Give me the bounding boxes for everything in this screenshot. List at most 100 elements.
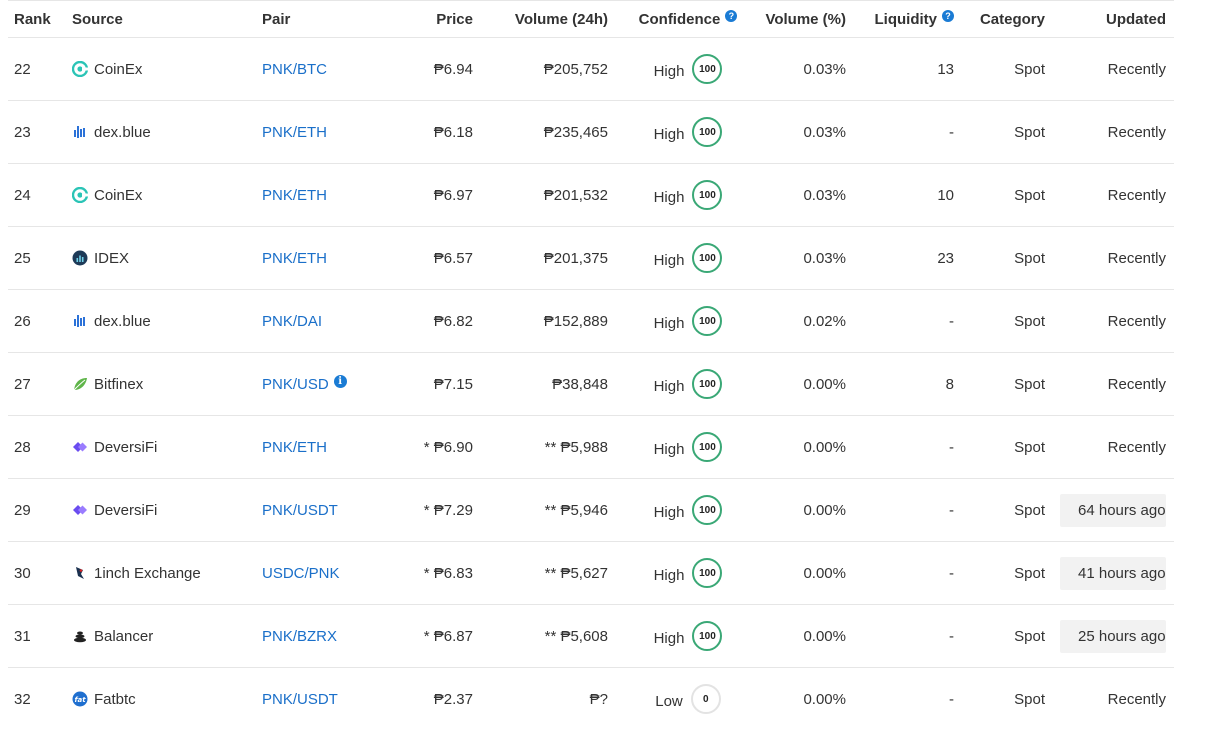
header-volume-pct[interactable]: Volume (%)	[748, 1, 846, 37]
pair-link[interactable]: PNK/ETH	[262, 187, 327, 204]
confidence-cell: Low 0	[628, 668, 748, 730]
source-name[interactable]: Bitfinex	[94, 376, 143, 393]
pair-link[interactable]: PNK/BTC	[262, 61, 327, 78]
source-name[interactable]: dex.blue	[94, 124, 151, 141]
confidence-score-badge[interactable]: 100	[692, 621, 723, 651]
confidence-score-badge[interactable]: 100	[692, 558, 723, 588]
liquidity-cell: -	[949, 501, 954, 519]
header-confidence[interactable]: Confidence ?	[628, 1, 748, 37]
pair-link[interactable]: PNK/USD	[262, 376, 329, 393]
pair-link[interactable]: PNK/ETH	[262, 250, 327, 267]
confidence-label: High	[653, 503, 685, 521]
confidence-score-badge[interactable]: 100	[692, 495, 723, 525]
source-name[interactable]: DeversiFi	[94, 502, 157, 519]
pair-link[interactable]: USDC/PNK	[262, 565, 340, 582]
updated-value: Recently	[1107, 690, 1166, 708]
updated-value: Recently	[1107, 312, 1166, 330]
header-volume[interactable]: Volume (24h)	[478, 1, 608, 37]
source-cell[interactable]: 1inch Exchange	[72, 542, 252, 604]
source-cell[interactable]: DeversiFi	[72, 479, 252, 541]
header-rank[interactable]: Rank	[14, 1, 54, 37]
liquidity-cell: 10	[937, 186, 954, 204]
source-cell[interactable]: dex.blue	[72, 290, 252, 352]
source-cell[interactable]: dex.blue	[72, 101, 252, 163]
confidence-score-badge[interactable]: 100	[692, 54, 723, 84]
table-row[interactable]: 28 DeversiFi PNK/ETH * ₱6.90 ** ₱5,988 High 10…	[8, 416, 1174, 479]
confidence-score-badge[interactable]: 100	[692, 117, 723, 147]
source-cell[interactable]: CoinEx	[72, 164, 252, 226]
confidence-score-badge[interactable]: 100	[692, 432, 723, 462]
volume-pct-cell: 0.03%	[803, 123, 846, 141]
rank-cell: 25	[14, 249, 31, 267]
confidence-label: High	[653, 188, 685, 206]
source-name[interactable]: IDEX	[94, 250, 129, 267]
header-updated[interactable]: Updated	[1048, 1, 1166, 37]
table-row[interactable]: 24 CoinEx PNK/ETH ₱6.97 ₱201,532 High 100 0.03%…	[8, 164, 1174, 227]
source-name[interactable]: Fatbtc	[94, 691, 136, 708]
volume-cell: ** ₱5,988	[544, 438, 608, 456]
source-cell[interactable]: CoinEx	[72, 38, 252, 100]
source-cell[interactable]: Balancer	[72, 605, 252, 667]
table-row[interactable]: 25 IDEX PNK/ETH ₱6.57 ₱201,375 High 100 0.03% 23…	[8, 227, 1174, 290]
volume-pct-cell: 0.00%	[803, 627, 846, 645]
rank-cell: 23	[14, 123, 31, 141]
deversifi-icon	[72, 502, 88, 518]
source-cell[interactable]: IDEX	[72, 227, 252, 289]
pair-link[interactable]: PNK/ETH	[262, 124, 327, 141]
price-cell: ₱6.97	[433, 186, 473, 204]
liquidity-cell: -	[949, 690, 954, 708]
updated-cell: Recently	[1048, 101, 1166, 163]
source-name[interactable]: 1inch Exchange	[94, 565, 201, 582]
info-icon[interactable]: i	[333, 374, 347, 388]
source-cell[interactable]: DeversiFi	[72, 416, 252, 478]
table-row[interactable]: 22 CoinEx PNK/BTC ₱6.94 ₱205,752 High 100 0.03%…	[8, 38, 1174, 101]
volume-cell: ** ₱5,627	[544, 564, 608, 582]
confidence-cell: High 100	[628, 605, 748, 667]
volume-cell: ₱201,375	[543, 249, 608, 267]
table-row[interactable]: 27 Bitfinex PNK/USD i ₱7.15 ₱38,848 High 100 0.0…	[8, 353, 1174, 416]
volume-pct-cell: 0.00%	[803, 501, 846, 519]
header-category[interactable]: Category	[958, 1, 1045, 37]
source-cell[interactable]: fat Fatbtc	[72, 668, 252, 730]
pair-link[interactable]: PNK/BZRX	[262, 628, 337, 645]
price-cell: ₱6.94	[433, 60, 473, 78]
source-name[interactable]: Balancer	[94, 628, 153, 645]
confidence-score-badge[interactable]: 0	[690, 684, 721, 714]
confidence-cell: High 100	[628, 479, 748, 541]
header-source[interactable]: Source	[72, 1, 252, 37]
confidence-label: Low	[655, 692, 683, 710]
confidence-score-badge[interactable]: 100	[692, 243, 723, 273]
table-row[interactable]: 31 Balancer PNK/BZRX * ₱6.87 ** ₱5,608 High 10…	[8, 605, 1174, 668]
pair-link[interactable]: PNK/USDT	[262, 502, 338, 519]
category-cell: Spot	[1014, 627, 1045, 645]
confidence-score-badge[interactable]: 100	[692, 369, 723, 399]
category-cell: Spot	[1014, 249, 1045, 267]
updated-value: Recently	[1107, 249, 1166, 267]
source-name[interactable]: DeversiFi	[94, 439, 157, 456]
source-cell[interactable]: Bitfinex	[72, 353, 252, 415]
pair-link[interactable]: PNK/DAI	[262, 313, 322, 330]
pair-link[interactable]: PNK/ETH	[262, 439, 327, 456]
volume-pct-cell: 0.03%	[803, 60, 846, 78]
help-icon[interactable]: ?	[725, 10, 738, 22]
category-cell: Spot	[1014, 564, 1045, 582]
table-row[interactable]: 26 dex.blue PNK/DAI ₱6.82 ₱152,889 High 100 0.0…	[8, 290, 1174, 353]
header-liquidity[interactable]: Liquidity ?	[858, 1, 954, 37]
confidence-cell: High 100	[628, 353, 748, 415]
confidence-score-badge[interactable]: 100	[692, 180, 723, 210]
help-icon[interactable]: ?	[942, 10, 954, 22]
confidence-score-badge[interactable]: 100	[692, 306, 723, 336]
source-name[interactable]: CoinEx	[94, 61, 142, 78]
updated-cell: 25 hours ago	[1048, 605, 1166, 667]
table-row[interactable]: 30 1inch Exchange USDC/PNK * ₱6.83 ** ₱5,627…	[8, 542, 1174, 605]
markets-table-page: Rank Source Pair Price Volume (24h) Conf…	[0, 0, 1214, 714]
table-row[interactable]: 32 fat Fatbtc PNK/USDT ₱2.37 ₱? Low 0 0.00% - Spot…	[8, 668, 1174, 730]
pair-link[interactable]: PNK/USDT	[262, 691, 338, 708]
source-name[interactable]: dex.blue	[94, 313, 151, 330]
table-row[interactable]: 23 dex.blue PNK/ETH ₱6.18 ₱235,465 High 100 0.0…	[8, 101, 1174, 164]
table-row[interactable]: 29 DeversiFi PNK/USDT * ₱7.29 ** ₱5,946 High 1…	[8, 479, 1174, 542]
category-cell: Spot	[1014, 438, 1045, 456]
source-name[interactable]: CoinEx	[94, 187, 142, 204]
volume-cell: ₱38,848	[552, 375, 608, 393]
header-price[interactable]: Price	[373, 1, 473, 37]
